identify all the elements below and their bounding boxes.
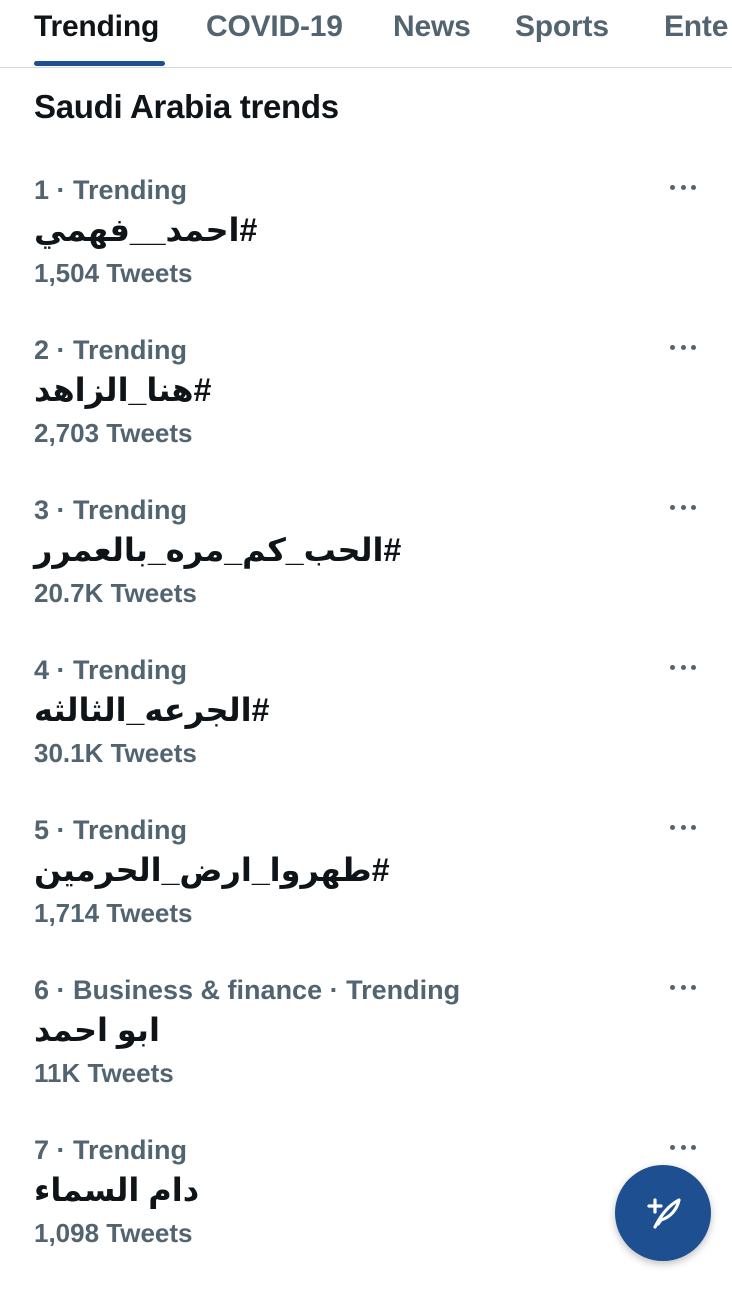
- trend-tweet-count: 1,714 Tweets: [34, 898, 193, 928]
- trend-meta: 1 · Trending: [34, 175, 188, 205]
- tab-entertainment[interactable]: Ente: [664, 10, 728, 44]
- trend-name: #طهروا_ارض_الحرمين: [34, 852, 390, 888]
- trend-item[interactable]: 1 · Trending #احمد__فهمي 1,504 Tweets: [0, 175, 732, 335]
- trend-tweet-count: 20.7K Tweets: [34, 578, 197, 608]
- more-options-icon[interactable]: [670, 661, 696, 673]
- trend-meta: 7 · Trending: [34, 1135, 188, 1165]
- trend-tweet-count: 30.1K Tweets: [34, 738, 197, 768]
- trend-tweet-count: 1,504 Tweets: [34, 258, 193, 288]
- active-tab-indicator: [34, 61, 165, 66]
- trend-item[interactable]: 6 · Business & finance · Trending ابو اح…: [0, 975, 732, 1135]
- trend-name: #احمد__فهمي: [34, 212, 258, 248]
- trend-tweet-count: 2,703 Tweets: [34, 418, 193, 448]
- trend-name: #الحب_كم_مره_بالعمرر: [34, 532, 402, 568]
- trend-item[interactable]: 3 · Trending #الحب_كم_مره_بالعمرر 20.7K …: [0, 495, 732, 655]
- more-options-icon[interactable]: [670, 821, 696, 833]
- trend-item[interactable]: 4 · Trending #الجرعه_الثالثه 30.1K Tweet…: [0, 655, 732, 815]
- trend-meta: 3 · Trending: [34, 495, 188, 525]
- trend-name: ابو احمد: [34, 1012, 160, 1048]
- trend-item[interactable]: 5 · Trending #طهروا_ارض_الحرمين 1,714 Tw…: [0, 815, 732, 975]
- trend-meta: 5 · Trending: [34, 815, 188, 845]
- compose-tweet-button[interactable]: [615, 1165, 711, 1261]
- section-title: Saudi Arabia trends: [34, 88, 339, 125]
- more-options-icon[interactable]: [670, 341, 696, 353]
- tab-trending[interactable]: Trending: [34, 10, 159, 44]
- trend-meta: 2 · Trending: [34, 335, 188, 365]
- more-options-icon[interactable]: [670, 181, 696, 193]
- more-options-icon[interactable]: [670, 981, 696, 993]
- trend-name: دام السماء: [34, 1172, 200, 1208]
- tab-news[interactable]: News: [393, 10, 471, 44]
- trend-meta: 4 · Trending: [34, 655, 188, 685]
- trend-tweet-count: 11K Tweets: [34, 1058, 174, 1088]
- trend-meta: 6 · Business & finance · Trending: [34, 975, 461, 1005]
- compose-tweet-icon: [647, 1198, 681, 1229]
- more-options-icon[interactable]: [670, 501, 696, 513]
- more-options-icon[interactable]: [670, 1141, 696, 1153]
- tab-covid-19[interactable]: COVID-19: [206, 10, 343, 44]
- trend-item[interactable]: 2 · Trending #هنا_الزاهد 2,703 Tweets: [0, 335, 732, 495]
- tab-sports[interactable]: Sports: [515, 10, 609, 44]
- trend-tweet-count: 1,098 Tweets: [34, 1218, 193, 1248]
- tab-bar: Trending COVID-19 News Sports Ente: [0, 0, 732, 68]
- trend-name: #الجرعه_الثالثه: [34, 692, 270, 728]
- trend-name: #هنا_الزاهد: [34, 372, 212, 408]
